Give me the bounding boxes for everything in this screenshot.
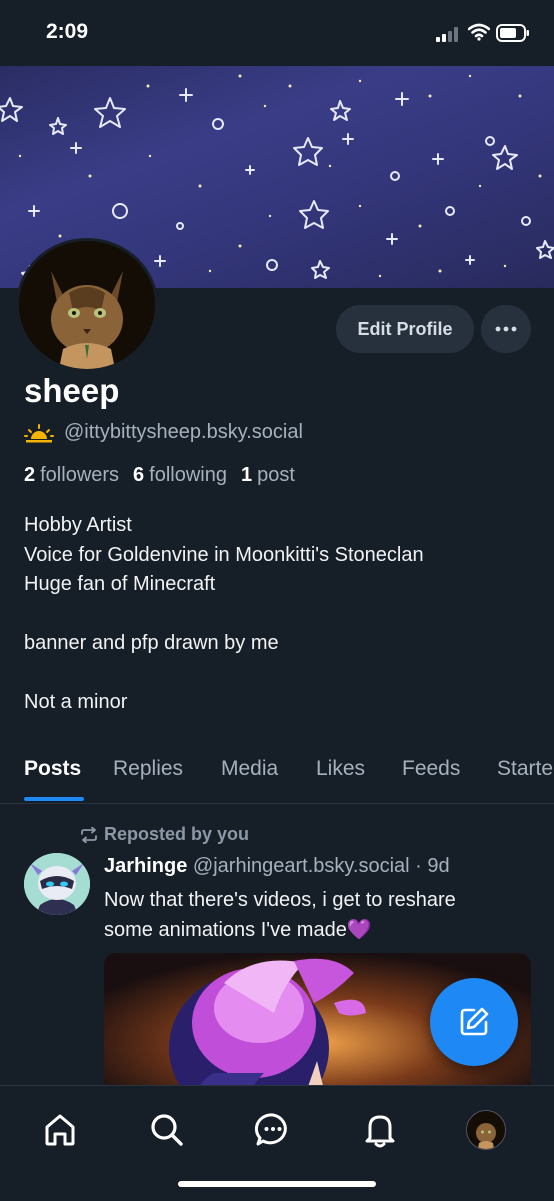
post-text-line: some animations I've made💜 xyxy=(104,918,372,941)
nav-profile-avatar xyxy=(466,1110,506,1150)
cat-portrait-art xyxy=(19,241,155,369)
tab-replies[interactable]: Replies xyxy=(113,757,183,781)
tab-starter-packs[interactable]: Starte xyxy=(497,757,553,781)
more-options-button[interactable] xyxy=(481,305,531,353)
cellular-signal-icon xyxy=(436,27,458,42)
profile-avatar[interactable] xyxy=(16,238,158,372)
profile-tabs: Posts Replies Media Likes Feeds Starte xyxy=(0,745,554,804)
tab-posts[interactable]: Posts xyxy=(24,757,81,781)
nav-chat[interactable] xyxy=(251,1108,295,1152)
tab-feeds[interactable]: Feeds xyxy=(402,757,460,781)
post-header: Jarhinge @jarhingeart.bsky.social · 9d xyxy=(104,855,450,878)
home-icon xyxy=(45,1114,75,1146)
handle-row: @ittybittysheep.bsky.social xyxy=(24,421,303,444)
nav-notifications[interactable] xyxy=(358,1108,402,1152)
post-age: 9d xyxy=(427,855,450,877)
nav-home[interactable] xyxy=(38,1108,82,1152)
post-author-avatar[interactable] xyxy=(24,853,90,915)
active-tab-indicator xyxy=(24,797,84,801)
following-count: 6 xyxy=(133,464,145,486)
tab-media[interactable]: Media xyxy=(221,757,278,781)
profile-bio: Hobby Artist Voice for Goldenvine in Moo… xyxy=(24,511,544,718)
repost-icon xyxy=(81,826,97,843)
home-indicator xyxy=(178,1181,376,1187)
profile-display-name: sheep xyxy=(24,372,120,409)
following-link[interactable]: 6 following xyxy=(133,464,227,487)
repost-label: Reposted by you xyxy=(104,824,250,844)
edit-profile-button[interactable]: Edit Profile xyxy=(336,305,474,353)
post-text-line: Now that there's videos, i get to reshar… xyxy=(104,889,456,911)
sunrise-icon xyxy=(24,423,54,442)
chat-icon xyxy=(254,1113,287,1146)
battery-icon xyxy=(496,24,529,42)
followers-link[interactable]: 2 followers xyxy=(24,464,119,487)
bell-icon xyxy=(365,1115,395,1148)
post-author-handle[interactable]: @jarhingeart.bsky.social xyxy=(193,855,410,877)
compose-post-button[interactable] xyxy=(430,978,518,1066)
nav-search[interactable] xyxy=(145,1108,189,1152)
cat-portrait-mini-art xyxy=(467,1111,505,1149)
bio-line: Hobby Artist xyxy=(24,514,132,536)
search-icon xyxy=(151,1114,183,1146)
following-label: following xyxy=(149,464,227,486)
post-text[interactable]: Now that there's videos, i get to reshar… xyxy=(104,886,544,945)
ellipsis-icon xyxy=(495,326,517,332)
post-separator: · xyxy=(409,855,428,877)
posts-count: 1 xyxy=(241,464,253,486)
profile-stats: 2 followers 6 following 1 post xyxy=(24,464,295,487)
post-author-name[interactable]: Jarhinge xyxy=(104,855,187,877)
wifi-icon xyxy=(468,23,490,41)
robot-avatar-art xyxy=(24,853,90,915)
status-time: 2:09 xyxy=(46,20,89,43)
repost-indicator[interactable]: Reposted by you xyxy=(80,824,249,845)
bio-line: Not a minor xyxy=(24,691,128,713)
profile-handle: @ittybittysheep.bsky.social xyxy=(64,421,303,443)
tab-likes[interactable]: Likes xyxy=(316,757,365,781)
nav-profile[interactable] xyxy=(464,1108,508,1152)
bio-line: banner and pfp drawn by me xyxy=(24,632,279,654)
posts-label: post xyxy=(257,464,295,486)
bio-line xyxy=(24,659,544,689)
followers-count: 2 xyxy=(24,464,36,486)
posts-stat: 1 post xyxy=(241,464,295,487)
bio-line xyxy=(24,600,544,630)
followers-label: followers xyxy=(40,464,120,486)
compose-icon xyxy=(460,1007,489,1036)
bio-line: Huge fan of Minecraft xyxy=(24,573,216,595)
bio-line: Voice for Goldenvine in Moonkitti's Ston… xyxy=(24,543,424,566)
